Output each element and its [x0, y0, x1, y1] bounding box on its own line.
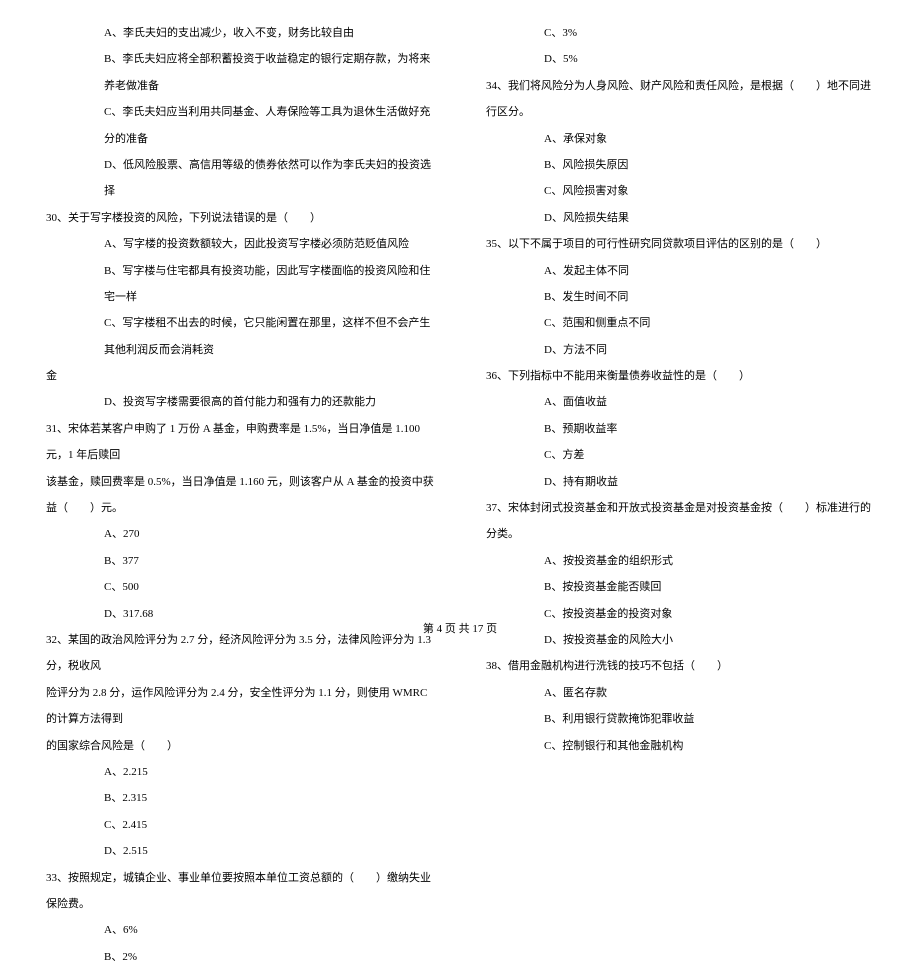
q37-option-b: B、按投资基金能否赎回	[480, 574, 880, 600]
q29-option-a: A、李氏夫妇的支出减少，收入不变，财务比较自由	[40, 20, 440, 46]
q32-option-d: D、2.515	[40, 838, 440, 864]
q31-stem-line2: 该基金，赎回费率是 0.5%，当日净值是 1.160 元，则该客户从 A 基金的…	[40, 469, 440, 522]
q30-option-b: B、写字楼与住宅都具有投资功能，因此写字楼面临的投资风险和住宅一样	[40, 258, 440, 311]
q31-option-b: B、377	[40, 548, 440, 574]
q33-option-d: D、5%	[480, 46, 880, 72]
q38-option-c: C、控制银行和其他金融机构	[480, 733, 880, 759]
q31-option-c: C、500	[40, 574, 440, 600]
q35-option-b: B、发生时间不同	[480, 284, 880, 310]
q36-stem: 36、下列指标中不能用来衡量债券收益性的是（ ）	[480, 363, 880, 389]
q33-stem: 33、按照规定，城镇企业、事业单位要按照本单位工资总额的（ ）缴纳失业保险费。	[40, 865, 440, 918]
q33-option-b: B、2%	[40, 944, 440, 970]
q31-stem-line1: 31、宋体若某客户申购了 1 万份 A 基金，申购费率是 1.5%，当日净值是 …	[40, 416, 440, 469]
q35-stem: 35、以下不属于项目的可行性研究同贷款项目评估的区别的是（ ）	[480, 231, 880, 257]
q34-option-a: A、承保对象	[480, 126, 880, 152]
q38-stem: 38、借用金融机构进行洗钱的技巧不包括（ ）	[480, 653, 880, 679]
left-column: A、李氏夫妇的支出减少，收入不变，财务比较自由 B、李氏夫妇应将全部积蓄投资于收…	[40, 20, 440, 970]
q29-option-b: B、李氏夫妇应将全部积蓄投资于收益稳定的银行定期存款，为将来养老做准备	[40, 46, 440, 99]
q30-option-a: A、写字楼的投资数额较大，因此投资写字楼必须防范贬值风险	[40, 231, 440, 257]
page-footer: 第 4 页 共 17 页	[0, 616, 920, 642]
q30-option-d: D、投资写字楼需要很高的首付能力和强有力的还款能力	[40, 389, 440, 415]
q33-option-a: A、6%	[40, 917, 440, 943]
q37-option-a: A、按投资基金的组织形式	[480, 548, 880, 574]
q32-option-b: B、2.315	[40, 785, 440, 811]
q35-option-d: D、方法不同	[480, 337, 880, 363]
q32-option-c: C、2.415	[40, 812, 440, 838]
q37-stem: 37、宋体封闭式投资基金和开放式投资基金是对投资基金按（ ）标准进行的分类。	[480, 495, 880, 548]
q38-option-b: B、利用银行贷款掩饰犯罪收益	[480, 706, 880, 732]
q36-option-d: D、持有期收益	[480, 469, 880, 495]
q30-stem: 30、关于写字楼投资的风险，下列说法错误的是（ ）	[40, 205, 440, 231]
q36-option-a: A、面值收益	[480, 389, 880, 415]
q36-option-c: C、方差	[480, 442, 880, 468]
q35-option-a: A、发起主体不同	[480, 258, 880, 284]
q34-option-d: D、风险损失结果	[480, 205, 880, 231]
q33-option-c: C、3%	[480, 20, 880, 46]
q29-option-c: C、李氏夫妇应当利用共同基金、人寿保险等工具为退休生活做好充分的准备	[40, 99, 440, 152]
q30-option-c-cont: 金	[40, 363, 440, 389]
right-column: C、3% D、5% 34、我们将风险分为人身风险、财产风险和责任风险，是根据（ …	[480, 20, 880, 970]
q29-option-d: D、低风险股票、高信用等级的债券依然可以作为李氏夫妇的投资选择	[40, 152, 440, 205]
q31-option-a: A、270	[40, 521, 440, 547]
q34-option-b: B、风险损失原因	[480, 152, 880, 178]
q32-stem-line3: 的国家综合风险是（ ）	[40, 733, 440, 759]
q34-stem: 34、我们将风险分为人身风险、财产风险和责任风险，是根据（ ）地不同进行区分。	[480, 73, 880, 126]
q35-option-c: C、范围和侧重点不同	[480, 310, 880, 336]
q38-option-a: A、匿名存款	[480, 680, 880, 706]
q32-option-a: A、2.215	[40, 759, 440, 785]
q30-option-c: C、写字楼租不出去的时候，它只能闲置在那里，这样不但不会产生其他利润反而会消耗资	[40, 310, 440, 363]
q32-stem-line2: 险评分为 2.8 分，运作风险评分为 2.4 分，安全性评分为 1.1 分，则使…	[40, 680, 440, 733]
q36-option-b: B、预期收益率	[480, 416, 880, 442]
q34-option-c: C、风险损害对象	[480, 178, 880, 204]
